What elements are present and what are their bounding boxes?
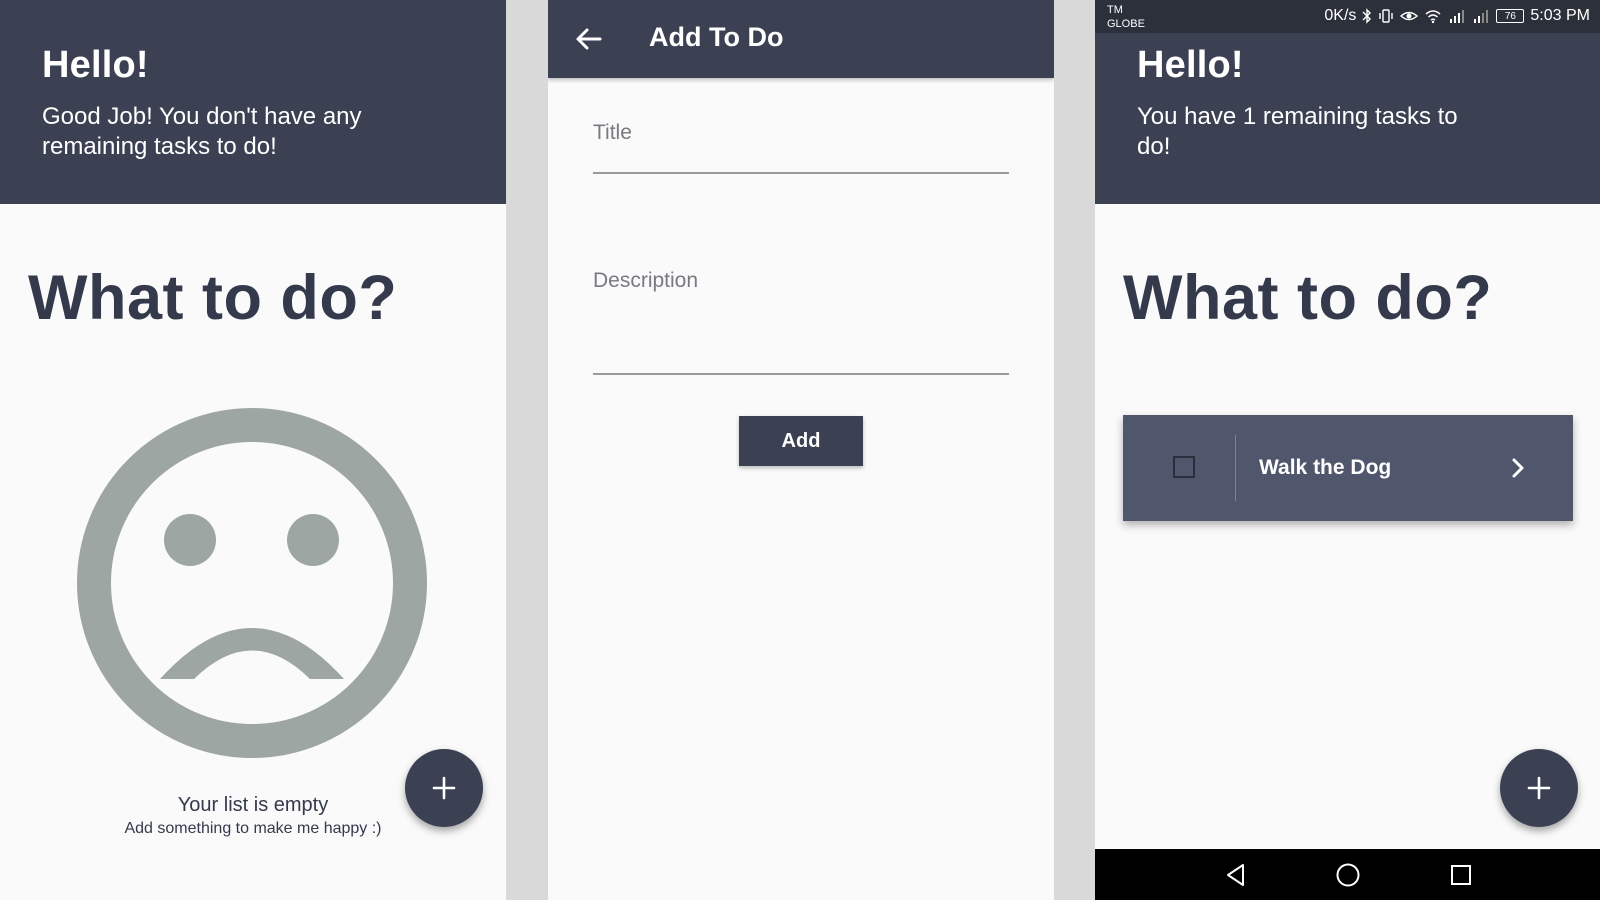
- description-underline: [593, 373, 1009, 375]
- empty-list-screen: Hello! Good Job! You don't have any rema…: [0, 0, 506, 900]
- system-nav-bar: [1095, 849, 1600, 900]
- todo-checkbox[interactable]: [1173, 456, 1195, 478]
- status-bar: TM GLOBE 0K/s 76 5:03 PM: [1095, 0, 1600, 33]
- description-field-label: Description: [593, 269, 699, 292]
- title-underline: [593, 172, 1009, 174]
- page-heading: What to do?: [28, 263, 398, 333]
- app-bar: Add To Do: [548, 0, 1054, 78]
- todo-title: Walk the Dog: [1259, 456, 1392, 479]
- page-title: Add To Do: [649, 22, 784, 52]
- todo-divider: [1235, 435, 1236, 501]
- eye-icon: [1400, 11, 1419, 21]
- header-banner: Hello! Good Job! You don't have any rema…: [0, 0, 506, 204]
- greeting-title: Hello!: [1137, 44, 1244, 86]
- wifi-icon: [1425, 10, 1441, 24]
- add-todo-fab[interactable]: [405, 749, 483, 827]
- add-todo-fab[interactable]: [1500, 749, 1578, 827]
- plus-icon: [432, 776, 456, 800]
- status-indicators: 0K/s 76 5:03 PM: [1324, 7, 1590, 25]
- title-field-label: Title: [593, 121, 632, 144]
- sad-face-icon: [77, 408, 427, 758]
- chevron-right-icon[interactable]: [1507, 455, 1529, 481]
- back-triangle-icon[interactable]: [1223, 862, 1249, 888]
- clock-time: 5:03 PM: [1530, 7, 1590, 24]
- carrier-line-2: GLOBE: [1107, 18, 1145, 30]
- page-heading: What to do?: [1123, 263, 1493, 333]
- todo-item[interactable]: Walk the Dog: [1123, 415, 1573, 521]
- carrier-line-1: TM: [1107, 4, 1123, 16]
- signal-icon: [1450, 10, 1465, 23]
- network-speed: 0K/s: [1324, 7, 1357, 24]
- greeting-title: Hello!: [42, 44, 149, 86]
- signal-icon-2: [1474, 10, 1489, 23]
- carrier-label: TM GLOBE: [1107, 3, 1145, 31]
- add-todo-screen: Add To Do Title Description Add: [548, 0, 1054, 900]
- description-input[interactable]: [593, 300, 1009, 360]
- home-circle-icon[interactable]: [1335, 862, 1361, 888]
- title-input[interactable]: [593, 145, 1009, 171]
- arrow-left-icon[interactable]: [574, 24, 604, 54]
- vibrate-icon: [1379, 9, 1394, 23]
- recents-square-icon[interactable]: [1448, 862, 1474, 888]
- add-button[interactable]: Add: [739, 416, 863, 466]
- todo-list-screen: Hello! You have 1 remaining tasks to do!…: [1095, 0, 1600, 900]
- plus-icon: [1527, 776, 1551, 800]
- battery-icon: 76: [1496, 9, 1525, 23]
- remaining-tasks-message: Good Job! You don't have any remaining t…: [42, 103, 362, 160]
- bluetooth-icon: [1362, 8, 1372, 24]
- remaining-tasks-message: You have 1 remaining tasks to do!: [1137, 103, 1458, 160]
